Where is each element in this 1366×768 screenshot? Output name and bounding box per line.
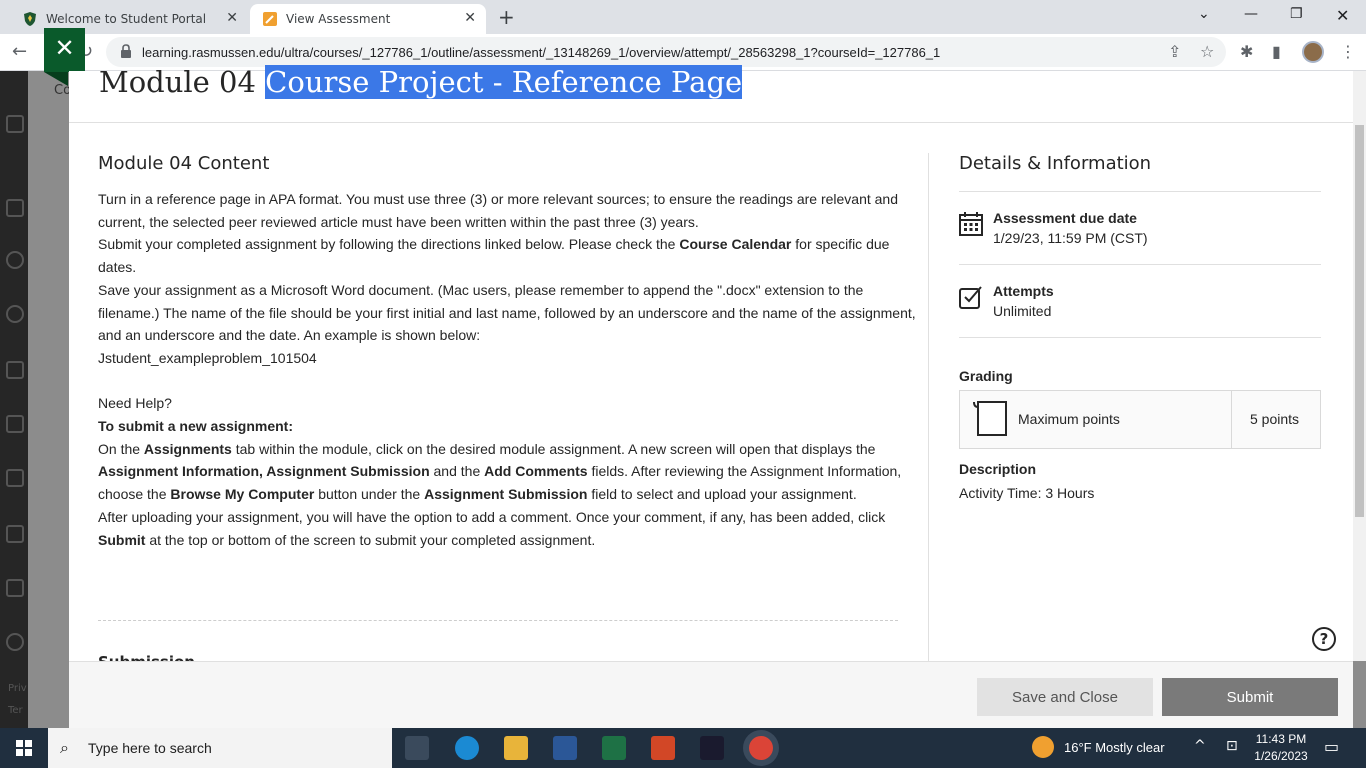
chrome-icon[interactable]	[749, 736, 773, 760]
side-panel-icon[interactable]: ▮	[1272, 42, 1281, 61]
paragraph: Turn in a reference page in APA format. …	[98, 191, 899, 230]
calendar-icon	[6, 415, 24, 433]
shield-favicon-icon	[24, 12, 36, 26]
pencil-favicon-icon	[263, 12, 277, 26]
lms-side-nav	[0, 71, 28, 728]
weather-icon	[1032, 736, 1054, 758]
institution-icon	[6, 199, 24, 217]
attempts-row: Attempts Unlimited	[959, 265, 1321, 337]
taskbar: ⌕ Type here to search 16°F Mostly clear …	[0, 728, 1366, 768]
panel-footer: Save and Close Submit	[69, 661, 1353, 728]
back-icon[interactable]: ←	[12, 41, 27, 62]
subheading: To submit a new assignment:	[98, 418, 293, 435]
grading-box: Maximum points 5 points	[959, 390, 1321, 449]
powerpoint-icon[interactable]	[651, 736, 675, 760]
details-sidebar: Details & Information Assessment due dat…	[959, 153, 1321, 501]
max-points-label: Maximum points	[1018, 411, 1120, 427]
divider	[69, 122, 1353, 123]
time: 11:43 PM	[1255, 732, 1307, 746]
grades-icon	[6, 525, 24, 543]
taskbar-search-input[interactable]: ⌕ Type here to search	[48, 728, 392, 768]
globe-icon	[6, 305, 24, 323]
due-date-value: 1/29/23, 11:59 PM (CST)	[993, 230, 1148, 246]
sign-out-icon	[6, 633, 24, 651]
max-points-value: 5 points	[1250, 411, 1300, 427]
date: 1/26/2023	[1254, 749, 1308, 763]
tab-view-assessment[interactable]: View Assessment ✕	[250, 4, 486, 34]
description-value: Activity Time: 3 Hours	[959, 485, 1095, 501]
courses-icon	[6, 361, 24, 379]
paragraph: Save your assignment as a Microsoft Word…	[98, 281, 916, 344]
close-tab-icon[interactable]: ✕	[464, 10, 476, 26]
tab-title: Welcome to Student Portal	[46, 12, 207, 26]
divider	[98, 620, 898, 621]
paragraph: On the Assignments tab within the module…	[98, 440, 902, 503]
content-area: Module 04 Content Turn in a reference pa…	[98, 153, 928, 551]
word-icon[interactable]	[553, 736, 577, 760]
attempts-label: Attempts	[993, 283, 1054, 299]
close-window-icon[interactable]: ✕	[1336, 6, 1349, 25]
logo-icon	[6, 115, 24, 133]
terms-link: Ter	[8, 705, 23, 716]
assessment-panel: Module 04 Course Project - Reference Pag…	[69, 65, 1366, 728]
avatar[interactable]	[1302, 41, 1324, 63]
tab-title: View Assessment	[286, 12, 391, 26]
url-text: learning.rasmussen.edu/ultra/courses/_12…	[142, 44, 941, 60]
close-icon: ✕	[54, 34, 75, 62]
weather-text[interactable]: 16°F Mostly clear	[1064, 740, 1165, 755]
windows-start-icon[interactable]	[0, 728, 48, 768]
description-label: Description	[959, 461, 1037, 477]
excel-icon[interactable]	[602, 736, 626, 760]
minimize-icon[interactable]: —	[1244, 6, 1258, 22]
address-bar[interactable]: learning.rasmussen.edu/ultra/courses/_12…	[106, 37, 1226, 67]
new-tab-icon[interactable]: +	[498, 5, 515, 29]
calendar-icon	[959, 212, 983, 236]
attempts-value: Unlimited	[993, 303, 1052, 319]
paragraph: Need Help?	[98, 395, 172, 412]
tab-strip: Welcome to Student Portal ✕ View Assessm…	[0, 0, 1366, 34]
details-title: Details & Information	[959, 153, 1152, 174]
clock[interactable]: 11:43 PM 1/26/2023	[1248, 731, 1314, 765]
webex-icon[interactable]	[700, 736, 724, 760]
content-title: Module 04 Content	[98, 153, 270, 174]
chevron-up-icon[interactable]: ^	[1194, 738, 1206, 754]
search-placeholder: Type here to search	[88, 740, 212, 756]
restore-icon[interactable]: ❐	[1290, 6, 1303, 22]
close-panel-button[interactable]: ✕	[44, 28, 85, 86]
menu-icon[interactable]: ⋮	[1340, 42, 1356, 61]
paragraph: Submit your completed assignment by foll…	[98, 236, 890, 276]
due-date-label: Assessment due date	[993, 210, 1137, 226]
grading-label: Grading	[959, 368, 1013, 384]
submit-button[interactable]: Submit	[1162, 678, 1338, 716]
scrollbar[interactable]	[1353, 71, 1366, 661]
example-filename: Jstudent_exampleproblem_101504	[98, 349, 317, 366]
due-date-row: Assessment due date 1/29/23, 11:59 PM (C…	[959, 192, 1321, 264]
profile-icon	[6, 251, 24, 269]
tools-icon	[6, 579, 24, 597]
lock-icon	[121, 44, 131, 58]
search-icon: ⌕	[60, 738, 69, 757]
network-icon[interactable]: ⊡	[1226, 738, 1238, 754]
close-tab-icon[interactable]: ✕	[226, 10, 238, 26]
scrollbar-thumb[interactable]	[1355, 125, 1364, 517]
chevron-down-icon[interactable]: ⌄	[1198, 6, 1210, 22]
save-and-close-button[interactable]: Save and Close	[977, 678, 1153, 716]
mail-icon	[6, 469, 24, 487]
task-view-icon[interactable]	[405, 736, 429, 760]
selected-title-text: Course Project - Reference Page	[265, 65, 743, 99]
notifications-icon[interactable]: ▭	[1324, 737, 1339, 756]
document-icon	[973, 401, 1007, 436]
file-explorer-icon[interactable]	[504, 736, 528, 760]
share-icon[interactable]: ⇪	[1168, 42, 1181, 61]
star-icon[interactable]: ☆	[1200, 42, 1214, 61]
paragraph: After uploading your assignment, you wil…	[98, 508, 886, 548]
browser-window: Welcome to Student Portal ✕ View Assessm…	[0, 0, 1366, 71]
page-title: Module 04 Course Project - Reference Pag…	[99, 65, 743, 99]
help-icon[interactable]: ?	[1312, 627, 1336, 651]
checkbox-icon	[959, 286, 982, 309]
divider	[928, 153, 929, 661]
extensions-icon[interactable]: ✱	[1240, 42, 1253, 61]
edge-icon[interactable]	[455, 736, 479, 760]
privacy-link: Priv	[8, 683, 27, 694]
